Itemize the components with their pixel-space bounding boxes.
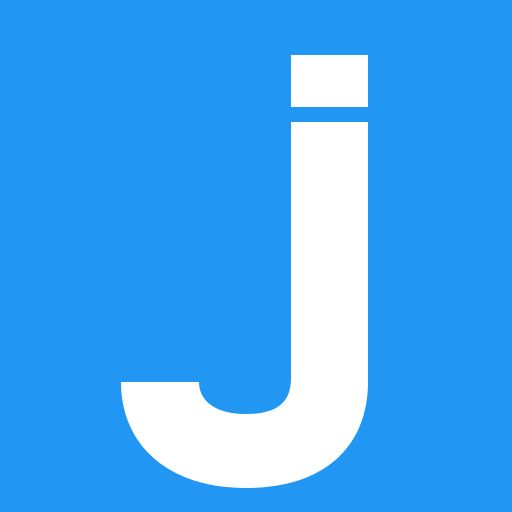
app-icon (0, 0, 512, 512)
j-letter-icon (0, 0, 512, 512)
j-dot (291, 55, 368, 107)
